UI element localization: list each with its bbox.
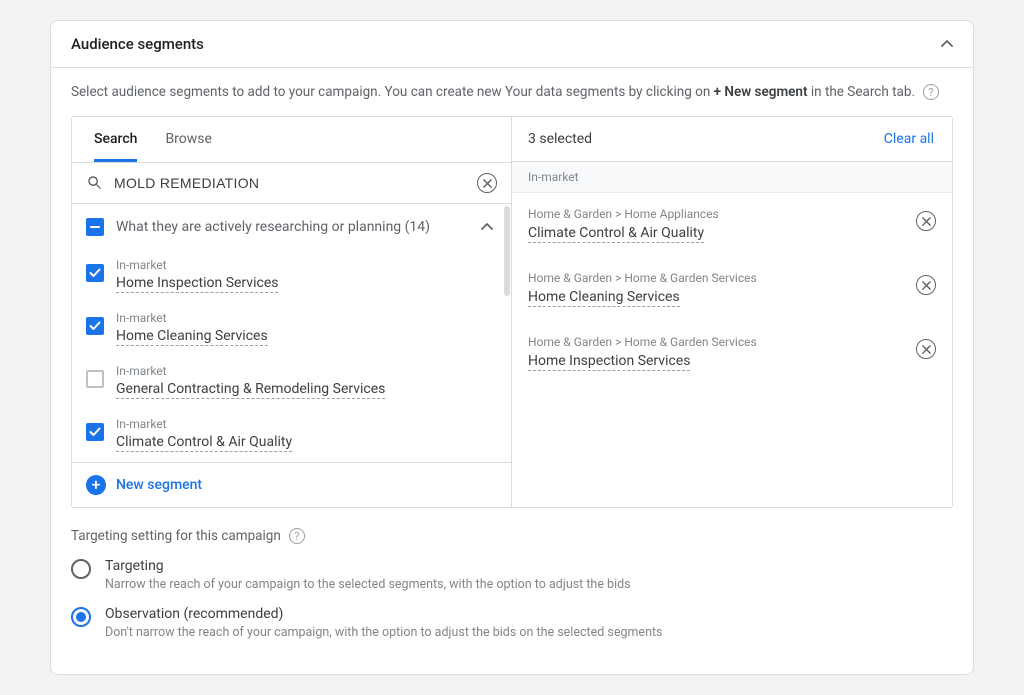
chevron-up-icon bbox=[941, 38, 953, 50]
plus-icon: + bbox=[86, 475, 106, 495]
radio-selected-icon[interactable] bbox=[71, 607, 91, 627]
targeting-section: Targeting setting for this campaign ? Ta… bbox=[51, 528, 973, 674]
selected-section-header: In-market bbox=[512, 162, 952, 193]
result-row[interactable]: In-market Climate Control & Air Quality bbox=[72, 409, 511, 462]
selected-title: Home Inspection Services bbox=[528, 353, 690, 371]
checkbox-checked-icon[interactable] bbox=[86, 423, 104, 441]
selected-title: Climate Control & Air Quality bbox=[528, 225, 704, 243]
selected-title: Home Cleaning Services bbox=[528, 289, 680, 307]
group-title: What they are actively researching or pl… bbox=[116, 219, 469, 235]
selected-item: Home & Garden > Home & Garden Services H… bbox=[512, 257, 952, 321]
breadcrumb: Home & Garden > Home & Garden Services bbox=[528, 335, 908, 349]
results-list: What they are actively researching or pl… bbox=[72, 204, 511, 462]
radio-label: Targeting bbox=[105, 558, 631, 574]
helper-text: Select audience segments to add to your … bbox=[51, 68, 973, 116]
selected-item: Home & Garden > Home & Garden Services H… bbox=[512, 321, 952, 385]
result-row[interactable]: In-market Home Inspection Services bbox=[72, 250, 511, 303]
close-icon bbox=[922, 217, 931, 226]
checkbox-indeterminate-icon[interactable] bbox=[86, 218, 104, 236]
remove-button[interactable] bbox=[916, 211, 936, 231]
audience-segments-card: Audience segments Select audience segmen… bbox=[50, 20, 974, 675]
result-title: Home Cleaning Services bbox=[116, 328, 268, 346]
radio-label: Observation (recommended) bbox=[105, 606, 663, 622]
card-title: Audience segments bbox=[71, 35, 204, 53]
close-icon bbox=[483, 179, 492, 188]
selected-count: 3 selected bbox=[528, 131, 592, 147]
remove-button[interactable] bbox=[916, 275, 936, 295]
result-meta: In-market bbox=[116, 364, 385, 378]
result-row[interactable]: In-market General Contracting & Remodeli… bbox=[72, 356, 511, 409]
search-icon bbox=[86, 174, 104, 192]
result-title: Climate Control & Air Quality bbox=[116, 434, 292, 452]
result-row[interactable]: In-market Home Cleaning Services bbox=[72, 303, 511, 356]
right-panel: 3 selected Clear all In-market Home & Ga… bbox=[512, 117, 952, 507]
group-header[interactable]: What they are actively researching or pl… bbox=[72, 204, 511, 250]
left-panel: Search Browse What they are actively res… bbox=[72, 117, 512, 507]
clear-all-button[interactable]: Clear all bbox=[884, 131, 934, 147]
selected-item: Home & Garden > Home Appliances Climate … bbox=[512, 193, 952, 257]
segments-panel: Search Browse What they are actively res… bbox=[71, 116, 953, 508]
search-bar bbox=[72, 163, 511, 204]
new-segment-button[interactable]: + New segment bbox=[72, 462, 511, 507]
radio-targeting[interactable]: Targeting Narrow the reach of your campa… bbox=[71, 558, 953, 592]
tabs: Search Browse bbox=[72, 117, 511, 163]
scrollbar[interactable] bbox=[504, 206, 510, 296]
card-header[interactable]: Audience segments bbox=[51, 21, 973, 67]
result-meta: In-market bbox=[116, 258, 278, 272]
result-meta: In-market bbox=[116, 417, 292, 431]
chevron-up-icon[interactable] bbox=[481, 221, 493, 233]
clear-search-button[interactable] bbox=[477, 173, 497, 193]
checkbox-empty-icon[interactable] bbox=[86, 370, 104, 388]
tab-search[interactable]: Search bbox=[94, 117, 137, 162]
radio-description: Don't narrow the reach of your campaign,… bbox=[105, 625, 663, 640]
breadcrumb: Home & Garden > Home Appliances bbox=[528, 207, 908, 221]
breadcrumb: Home & Garden > Home & Garden Services bbox=[528, 271, 908, 285]
result-title: Home Inspection Services bbox=[116, 275, 278, 293]
radio-unselected-icon[interactable] bbox=[71, 559, 91, 579]
result-title: General Contracting & Remodeling Service… bbox=[116, 381, 385, 399]
help-icon[interactable]: ? bbox=[289, 528, 305, 544]
close-icon bbox=[922, 281, 931, 290]
selected-header: 3 selected Clear all bbox=[512, 117, 952, 162]
result-meta: In-market bbox=[116, 311, 268, 325]
radio-observation[interactable]: Observation (recommended) Don't narrow t… bbox=[71, 606, 953, 640]
checkbox-checked-icon[interactable] bbox=[86, 264, 104, 282]
help-icon[interactable]: ? bbox=[923, 84, 939, 100]
close-icon bbox=[922, 345, 931, 354]
checkbox-checked-icon[interactable] bbox=[86, 317, 104, 335]
remove-button[interactable] bbox=[916, 339, 936, 359]
targeting-title: Targeting setting for this campaign ? bbox=[71, 528, 953, 544]
radio-description: Narrow the reach of your campaign to the… bbox=[105, 577, 631, 592]
new-segment-label: New segment bbox=[116, 477, 202, 493]
search-input[interactable] bbox=[114, 175, 467, 191]
tab-browse[interactable]: Browse bbox=[165, 117, 211, 162]
